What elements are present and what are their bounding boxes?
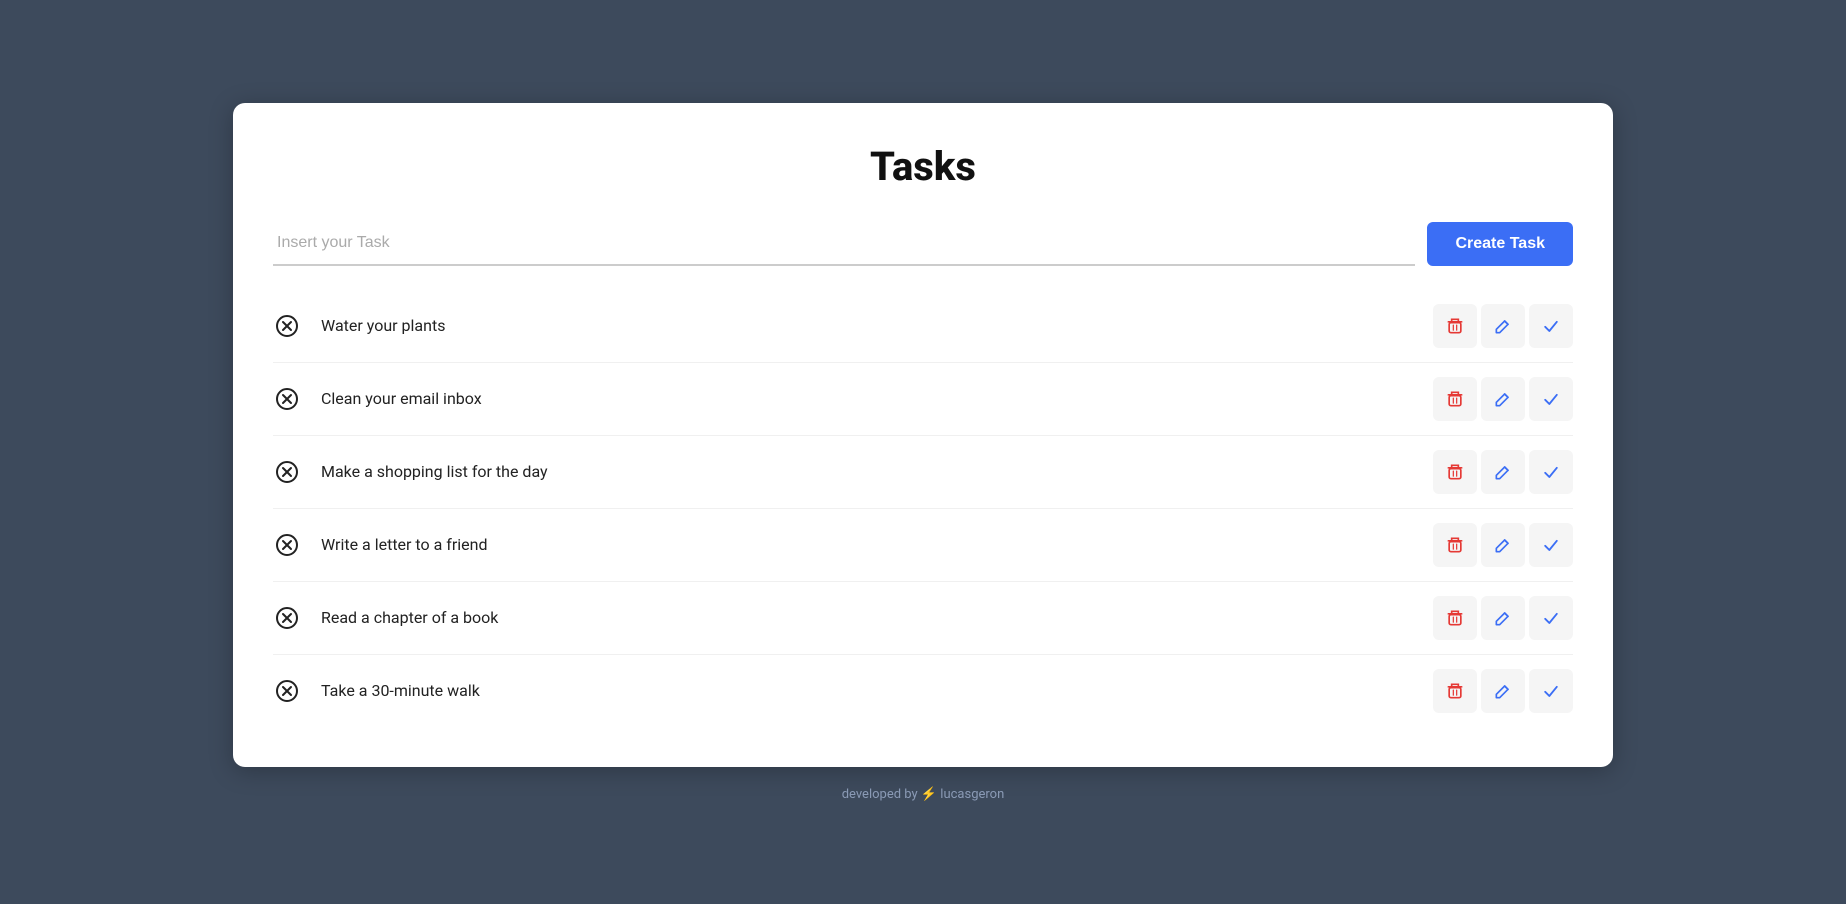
complete-button[interactable]	[1529, 450, 1573, 494]
edit-button[interactable]	[1481, 450, 1525, 494]
input-row: Create Task	[273, 222, 1573, 266]
footer-text: developed by ⚡ lucasgeron	[842, 787, 1005, 802]
task-cancel-icon[interactable]	[273, 312, 301, 340]
edit-button[interactable]	[1481, 596, 1525, 640]
footer-author: lucasgeron	[940, 787, 1004, 802]
task-row: Read a chapter of a book	[273, 582, 1573, 655]
complete-button[interactable]	[1529, 669, 1573, 713]
task-actions	[1433, 304, 1573, 348]
create-task-button[interactable]: Create Task	[1427, 222, 1573, 266]
task-row: Take a 30-minute walk	[273, 655, 1573, 727]
task-actions	[1433, 596, 1573, 640]
delete-button[interactable]	[1433, 596, 1477, 640]
complete-button[interactable]	[1529, 377, 1573, 421]
task-row: Make a shopping list for the day	[273, 436, 1573, 509]
task-cancel-icon[interactable]	[273, 385, 301, 413]
task-cancel-icon[interactable]	[273, 531, 301, 559]
task-text: Write a letter to a friend	[313, 535, 1421, 554]
task-actions	[1433, 523, 1573, 567]
task-text: Clean your email inbox	[313, 389, 1421, 408]
task-text: Water your plants	[313, 316, 1421, 335]
task-cancel-icon[interactable]	[273, 458, 301, 486]
task-list: Water your plants	[273, 290, 1573, 727]
task-row: Water your plants	[273, 290, 1573, 363]
task-actions	[1433, 450, 1573, 494]
edit-button[interactable]	[1481, 377, 1525, 421]
delete-button[interactable]	[1433, 669, 1477, 713]
task-cancel-icon[interactable]	[273, 677, 301, 705]
task-row: Write a letter to a friend	[273, 509, 1573, 582]
delete-button[interactable]	[1433, 450, 1477, 494]
edit-button[interactable]	[1481, 523, 1525, 567]
task-text: Take a 30-minute walk	[313, 681, 1421, 700]
app-container: Tasks Create Task Water your plants	[233, 103, 1613, 767]
complete-button[interactable]	[1529, 304, 1573, 348]
delete-button[interactable]	[1433, 377, 1477, 421]
task-text: Read a chapter of a book	[313, 608, 1421, 627]
task-actions	[1433, 377, 1573, 421]
task-actions	[1433, 669, 1573, 713]
footer: developed by ⚡ lucasgeron	[842, 787, 1005, 802]
delete-button[interactable]	[1433, 304, 1477, 348]
task-cancel-icon[interactable]	[273, 604, 301, 632]
task-text: Make a shopping list for the day	[313, 462, 1421, 481]
task-input[interactable]	[273, 222, 1415, 266]
complete-button[interactable]	[1529, 523, 1573, 567]
page-title: Tasks	[273, 143, 1573, 190]
task-row: Clean your email inbox	[273, 363, 1573, 436]
delete-button[interactable]	[1433, 523, 1477, 567]
edit-button[interactable]	[1481, 304, 1525, 348]
complete-button[interactable]	[1529, 596, 1573, 640]
edit-button[interactable]	[1481, 669, 1525, 713]
